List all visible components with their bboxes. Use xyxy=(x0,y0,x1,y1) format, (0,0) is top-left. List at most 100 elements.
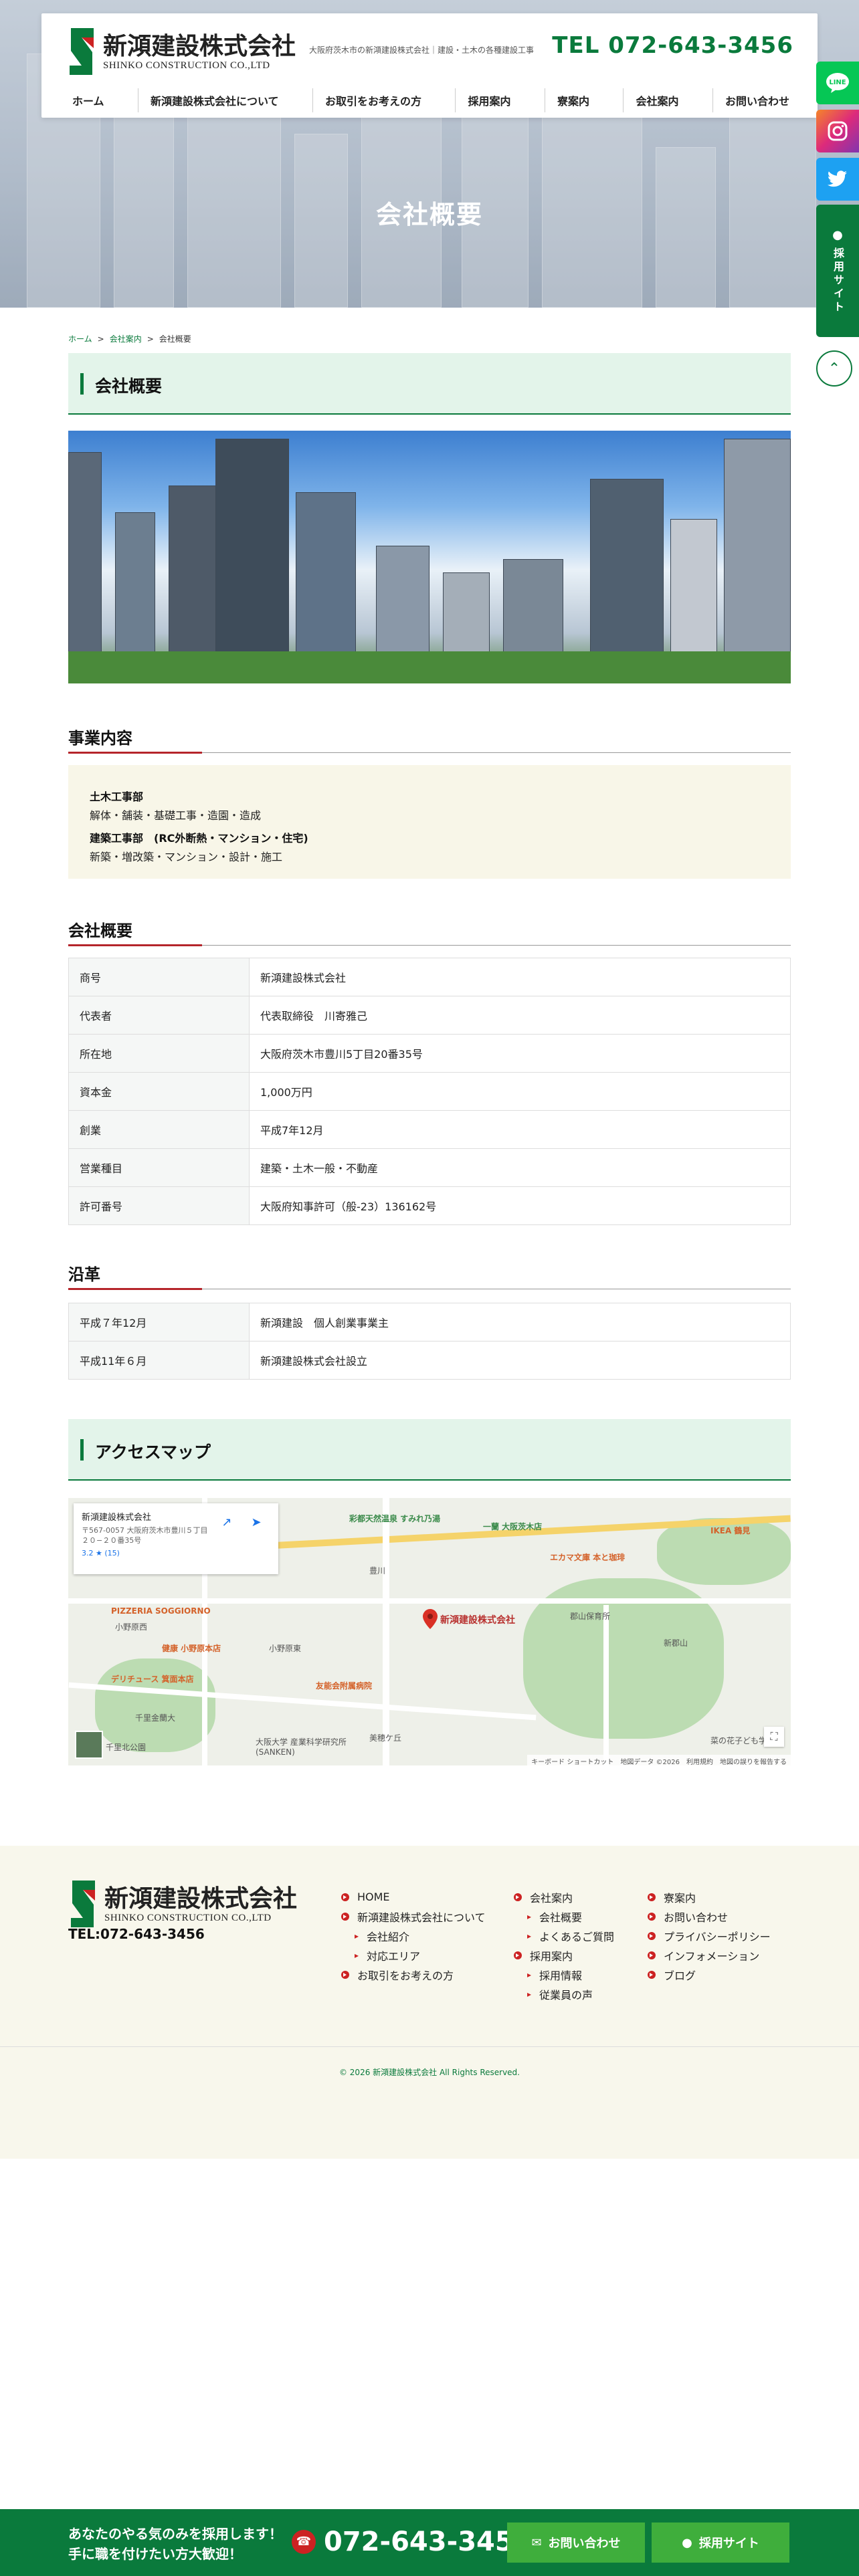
footer-tel[interactable]: TEL:072-643-3456 xyxy=(68,1926,205,1942)
phone-icon: ☎ xyxy=(292,2530,316,2554)
company-table: 商号 新澒建設株式会社 代表者 代表取締役 川寄雅己 所在地 大阪府茨木市豊川5丁目2… xyxy=(68,958,791,1225)
instagram-icon xyxy=(828,121,848,141)
arrow-circle-icon xyxy=(341,1912,349,1921)
breadcrumb-parent[interactable]: 会社案内 xyxy=(110,334,142,344)
footer-link[interactable]: 会社案内 xyxy=(514,1887,614,1907)
business-item-title: 土木工事部 xyxy=(90,790,144,803)
recruit-site-side-button[interactable]: ● 採用サイト xyxy=(816,205,859,337)
contact-button-label: お問い合わせ xyxy=(548,2537,621,2551)
map-label: 新郡山 xyxy=(664,1638,688,1648)
nav-company[interactable]: 会社案内 xyxy=(623,88,690,112)
table-key: 代表者 xyxy=(68,996,250,1035)
map-pin-icon[interactable] xyxy=(423,1609,438,1629)
heading-bar xyxy=(80,1439,84,1461)
footer-link[interactable]: 採用案内 xyxy=(514,1945,614,1965)
footer-link[interactable]: ブログ xyxy=(648,1965,771,1984)
arrow-circle-icon xyxy=(648,1893,656,1901)
twitter-button[interactable] xyxy=(816,158,859,201)
fullscreen-icon[interactable]: ⛶ xyxy=(764,1727,784,1747)
instagram-button[interactable] xyxy=(816,110,859,152)
business-item-title: 建築工事部 (RC外断熱・マンション・住宅) xyxy=(90,832,308,845)
footer-sublink[interactable]: ▸ よくあるご質問 xyxy=(514,1926,614,1945)
footer-link[interactable]: お取引をお考えの方 xyxy=(341,1965,486,1984)
header-tel[interactable]: TEL 072-643-3456 xyxy=(552,32,793,59)
nav-about[interactable]: 新澒建設株式会社について xyxy=(138,88,291,112)
table-row: 平成７年12月 新澒建設 個人創業事業主 xyxy=(68,1303,791,1341)
table-key: 商号 xyxy=(68,958,250,996)
site-logo[interactable]: 新澒建設株式会社 SHINKO CONSTRUCTION CO.,LTD xyxy=(67,25,296,79)
page-top-button[interactable]: ⌃ xyxy=(816,350,852,387)
business-item-desc: 解体・舗装・基礎工事・造園・造成 xyxy=(90,809,262,822)
fixed-bottom-bar: あなたのやる気のみを採用します！ 手に職を付けたい方大歓迎！ ☎ 072-643… xyxy=(0,2509,859,2576)
chevron-right-icon: ▸ xyxy=(527,1989,532,1999)
footer-link[interactable]: インフォメーション xyxy=(648,1945,771,1965)
map-card-rating[interactable]: 3.2 ★ (15) xyxy=(82,1549,270,1558)
nav-dormitory[interactable]: 寮案内 xyxy=(544,88,601,112)
footer-link[interactable]: お問い合わせ xyxy=(648,1907,771,1926)
footer-link[interactable]: 寮案内 xyxy=(648,1887,771,1907)
breadcrumb: ホーム > 会社案内 > 会社概要 xyxy=(68,333,191,344)
chevron-right-icon: ▸ xyxy=(527,1931,532,1941)
directions-icon[interactable]: ➤ xyxy=(248,1515,265,1533)
heading-accent xyxy=(68,944,202,946)
line-button[interactable]: LINE xyxy=(816,62,859,104)
arrow-circle-icon xyxy=(514,1893,522,1901)
table-value: 建築・土木一般・不動産 xyxy=(249,1148,791,1187)
footer-logo-en: SHINKO CONSTRUCTION CO.,LTD xyxy=(104,1913,272,1923)
table-key: 平成11年６月 xyxy=(68,1341,250,1380)
nav-business-partners[interactable]: お取引をお考えの方 xyxy=(312,88,434,112)
arrow-circle-icon xyxy=(648,1951,656,1959)
table-row: 商号 新澒建設株式会社 xyxy=(68,958,791,996)
breadcrumb-home[interactable]: ホーム xyxy=(68,334,92,344)
table-value: 代表取締役 川寄雅己 xyxy=(249,996,791,1035)
map-layer-thumbnail[interactable] xyxy=(75,1731,103,1759)
header-tagline: 大阪府茨木市の新澒建設株式会社｜建設・土木の各種建設工事 xyxy=(309,45,535,55)
recruit-site-button[interactable]: ● 採用サイト xyxy=(652,2523,789,2563)
map-label: 豊川 xyxy=(369,1566,386,1576)
person-icon: ● xyxy=(682,2535,692,2550)
nav-recruit[interactable]: 採用案内 xyxy=(455,88,522,112)
footer-link[interactable]: プライバシーポリシー xyxy=(648,1926,771,1945)
footer-sublink[interactable]: ▸ 従業員の声 xyxy=(514,1984,614,2004)
map-label: 美穂ケ丘 xyxy=(369,1733,402,1743)
map-card-address: 〒567-0057 大阪府茨木市豊川５丁目２０−２０番35号 xyxy=(82,1526,208,1545)
contact-button[interactable]: ✉ お問い合わせ xyxy=(507,2523,645,2563)
bottom-bar-tel-number: 072-643-3456 xyxy=(324,2527,533,2557)
map-label: デリチュース 箕面本店 xyxy=(111,1675,194,1684)
map-info-card: 新澒建設株式会社 〒567-0057 大阪府茨木市豊川５丁目２０−２０番35号 … xyxy=(74,1503,278,1574)
footer-link[interactable]: HOME xyxy=(341,1887,486,1907)
footer-sublink[interactable]: ▸ 会社概要 xyxy=(514,1907,614,1926)
table-value: 新澒建設株式会社設立 xyxy=(249,1341,791,1380)
open-in-maps-icon[interactable]: ↗ xyxy=(218,1515,235,1533)
footer-sublink[interactable]: ▸ 会社紹介 xyxy=(341,1926,486,1945)
nav-contact[interactable]: お問い合わせ xyxy=(712,88,801,112)
footer-logo[interactable]: 新澒建設株式会社 SHINKO CONSTRUCTION CO.,LTD xyxy=(68,1878,297,1931)
footer-sublink[interactable]: ▸ 採用情報 xyxy=(514,1965,614,1984)
chevron-up-icon: ⌃ xyxy=(828,360,841,377)
business-box: 土木工事部 解体・舗装・基礎工事・造園・造成 建築工事部 (RC外断熱・マンショ… xyxy=(68,765,791,879)
footer-link[interactable]: 新澒建設株式会社について xyxy=(341,1907,486,1926)
map-label: 彩都天然温泉 すみれ乃湯 xyxy=(349,1514,441,1523)
history-heading: 沿革 xyxy=(68,1265,100,1284)
table-value: 大阪府茨木市豊川5丁目20番35号 xyxy=(249,1034,791,1073)
access-heading: アクセスマップ xyxy=(95,1442,211,1462)
nav-home[interactable]: ホーム xyxy=(60,88,116,112)
mail-icon: ✉ xyxy=(531,2535,542,2550)
heading-accent xyxy=(68,752,202,754)
footer-sublink[interactable]: ▸ 対応エリア xyxy=(341,1945,486,1965)
table-key: 許可番号 xyxy=(68,1186,250,1225)
arrow-circle-icon xyxy=(514,1951,522,1959)
page-heading-box: 会社概要 xyxy=(68,353,791,415)
table-value: 大阪府知事許可（般-23）136162号 xyxy=(249,1186,791,1225)
breadcrumb-current: 会社概要 xyxy=(159,334,191,344)
history-table: 平成７年12月 新澒建設 個人創業事業主 平成11年６月 新澒建設株式会社設立 xyxy=(68,1303,791,1380)
breadcrumb-separator: > xyxy=(97,334,104,344)
table-key: 平成７年12月 xyxy=(68,1303,250,1341)
site-footer: 新澒建設株式会社 SHINKO CONSTRUCTION CO.,LTD TEL… xyxy=(0,1846,859,2159)
bottom-bar-message: あなたのやる気のみを採用します！ 手に職を付けたい方大歓迎！ xyxy=(68,2524,282,2564)
google-map[interactable]: 彩都天然温泉 すみれ乃湯 一蘭 大阪茨木店 IKEA 鶴見 エカマ文庫 本と珈琲… xyxy=(68,1498,791,1765)
arrow-circle-icon xyxy=(648,1912,656,1921)
arrow-circle-icon xyxy=(341,1970,349,1979)
bottom-bar-message-line1: あなたのやる気のみを採用します！ xyxy=(68,2526,282,2542)
bottom-bar-tel[interactable]: ☎ 072-643-3456 xyxy=(292,2527,533,2557)
